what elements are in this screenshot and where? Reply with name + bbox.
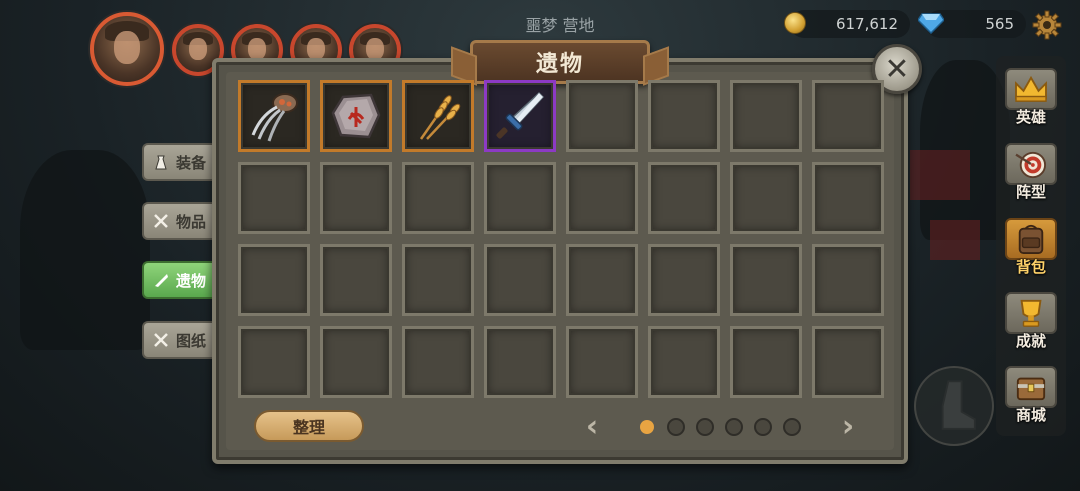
empty-inventory-slot[interactable]: [648, 80, 720, 152]
empty-inventory-slot[interactable]: [648, 162, 720, 234]
prev-page-button[interactable]: ‹: [580, 408, 604, 444]
next-page-button[interactable]: ›: [836, 408, 860, 444]
crossed-tools-icon: [154, 333, 168, 347]
bag-icon: [155, 155, 167, 170]
chest-icon: [1016, 377, 1046, 401]
hero-portrait-main[interactable]: [90, 12, 164, 86]
close-icon: ✕: [884, 51, 910, 87]
quill-icon: [155, 274, 168, 287]
empty-inventory-slot[interactable]: [402, 244, 474, 316]
trophy-icon: [1020, 299, 1042, 327]
empty-inventory-slot[interactable]: [812, 244, 884, 316]
empty-inventory-slot[interactable]: [402, 326, 474, 398]
empty-inventory-slot[interactable]: [484, 162, 556, 234]
page-dot[interactable]: [667, 418, 685, 436]
empty-inventory-slot[interactable]: [238, 244, 310, 316]
empty-inventory-slot[interactable]: [812, 80, 884, 152]
nav-label: 成就: [1015, 332, 1046, 350]
page-dot[interactable]: [725, 418, 743, 436]
target-icon: [1015, 151, 1046, 179]
tab-label: 遗物: [176, 271, 207, 290]
inventory-grid: [238, 80, 884, 398]
empty-inventory-slot[interactable]: [238, 326, 310, 398]
crossed-tools-icon: [154, 214, 168, 228]
empty-inventory-slot[interactable]: [238, 162, 310, 234]
diamond-icon: [918, 13, 944, 34]
backpack-icon: [1018, 224, 1044, 255]
tab-label: 物品: [176, 212, 207, 231]
nav-label: 商城: [1015, 406, 1046, 424]
page-dot-active[interactable]: [640, 420, 654, 434]
crown-icon: [1015, 75, 1047, 102]
empty-inventory-slot[interactable]: [484, 244, 556, 316]
empty-inventory-slot[interactable]: [730, 80, 802, 152]
empty-inventory-slot[interactable]: [402, 162, 474, 234]
empty-inventory-slot[interactable]: [320, 326, 392, 398]
inventory-slot[interactable]: [402, 80, 474, 152]
empty-inventory-slot[interactable]: [730, 326, 802, 398]
nav-backpack[interactable]: 背包: [1004, 218, 1058, 280]
tab-blueprints[interactable]: 图纸: [142, 321, 214, 359]
empty-inventory-slot[interactable]: [484, 326, 556, 398]
empty-inventory-slot[interactable]: [566, 162, 638, 234]
empty-inventory-slot[interactable]: [648, 326, 720, 398]
panel-title: 遗物: [535, 52, 584, 77]
nav-label: 背包: [1015, 258, 1046, 276]
nav-heroes[interactable]: 英雄: [1004, 68, 1058, 130]
page-dot[interactable]: [783, 418, 801, 436]
tab-relics[interactable]: 遗物: [142, 261, 214, 299]
nav-achievements[interactable]: 成就: [1004, 292, 1058, 354]
empty-inventory-slot[interactable]: [648, 244, 720, 316]
nav-formation[interactable]: 阵型: [1004, 143, 1058, 205]
gold-amount: 617,612: [835, 15, 898, 33]
panel-title-plate: 遗物: [470, 40, 650, 84]
sword-icon: [496, 91, 545, 139]
tab-label: 图纸: [176, 331, 207, 350]
nav-label: 阵型: [1015, 183, 1046, 201]
tab-equipment[interactable]: 装备: [142, 143, 214, 181]
page-dot[interactable]: [696, 418, 714, 436]
sort-label: 整理: [292, 418, 325, 437]
sort-button[interactable]: 整理: [254, 410, 364, 442]
chevron-left-icon: ‹: [585, 408, 599, 444]
tab-items[interactable]: 物品: [142, 202, 214, 240]
gear-icon[interactable]: [1032, 10, 1062, 40]
empty-inventory-slot[interactable]: [812, 162, 884, 234]
gem-amount: 565: [985, 15, 1014, 33]
empty-inventory-slot[interactable]: [730, 162, 802, 234]
wheat-bundle-icon: [419, 95, 461, 140]
location-label: 噩梦 营地: [525, 16, 595, 35]
tab-label: 装备: [176, 153, 207, 172]
inventory-slot[interactable]: [320, 80, 392, 152]
page-indicator: [638, 418, 801, 436]
rune-stone-icon: [331, 93, 381, 139]
page-dot[interactable]: [754, 418, 772, 436]
empty-inventory-slot[interactable]: [566, 326, 638, 398]
claw-gauntlet-icon: [251, 93, 298, 142]
empty-inventory-slot[interactable]: [566, 244, 638, 316]
boot-icon: [941, 380, 976, 430]
inventory-slot[interactable]: [238, 80, 310, 152]
empty-inventory-slot[interactable]: [812, 326, 884, 398]
empty-inventory-slot[interactable]: [730, 244, 802, 316]
empty-inventory-slot[interactable]: [566, 80, 638, 152]
empty-inventory-slot[interactable]: [320, 244, 392, 316]
gold-counter: 617,612: [790, 10, 910, 38]
inventory-slot[interactable]: [484, 80, 556, 152]
walk-button[interactable]: [914, 366, 994, 446]
empty-inventory-slot[interactable]: [320, 162, 392, 234]
chevron-right-icon: ›: [841, 408, 855, 444]
nav-label: 英雄: [1015, 108, 1046, 126]
gold-coin-icon: [784, 12, 806, 34]
nav-shop[interactable]: 商城: [1004, 366, 1058, 428]
